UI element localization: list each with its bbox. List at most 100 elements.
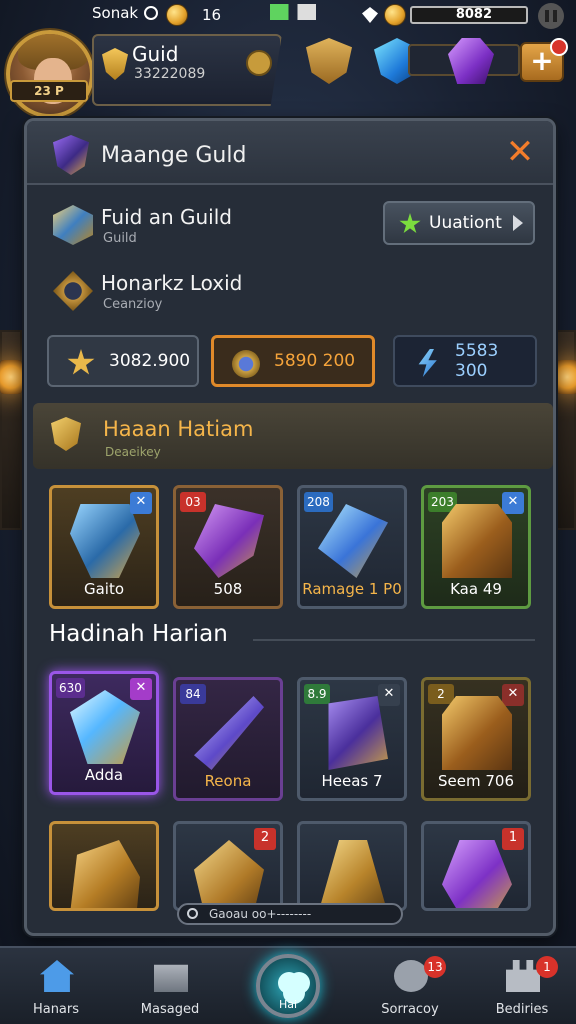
item-label: Kaa 49	[450, 580, 502, 598]
section-divider	[253, 639, 535, 641]
panel-title: Maange Guld	[101, 143, 247, 168]
resource-bolt[interactable]: 5583 300	[393, 335, 537, 387]
star-icon	[399, 213, 421, 234]
center-action-label: Hai	[278, 998, 298, 1011]
boot-icon	[70, 840, 140, 908]
pause-button[interactable]	[538, 3, 564, 29]
update-button[interactable]: Uuationt	[383, 201, 535, 245]
item-slot[interactable]: 630 ✕ Adda	[49, 671, 159, 795]
featured-title: Haaan Hatiam	[103, 417, 254, 441]
crystal-icon	[70, 690, 140, 764]
search-pill[interactable]: Gaoau oo+--------	[177, 903, 403, 925]
nav-home[interactable]: Hanars	[8, 948, 104, 1024]
helm-icon	[194, 840, 264, 908]
star-icon	[67, 349, 95, 375]
status-icons	[270, 4, 316, 20]
item-slot[interactable]: 2	[173, 821, 283, 911]
cube-icon	[53, 205, 93, 245]
guild-emblem-icon	[53, 135, 89, 175]
item-slot[interactable]: 203 ✕ Kaa 49	[421, 485, 531, 609]
gold-coin-icon	[384, 4, 406, 26]
nav-social-badge: 13	[424, 956, 446, 978]
blade-icon	[194, 696, 264, 770]
nav-messages[interactable]: Masaged	[122, 948, 218, 1024]
update-button-label: Uuationt	[429, 213, 502, 233]
nav-social-label: Sorracoy	[381, 1002, 439, 1017]
item-label: Heeas 7	[321, 772, 383, 790]
guild-title: Guid	[132, 42, 179, 66]
bolt-icon	[418, 349, 437, 377]
wifi-icon	[144, 6, 159, 20]
resource-orb-label: 5890 200	[274, 351, 356, 371]
find-guild-subtitle: Guild	[103, 231, 137, 246]
search-pill-text: Gaoau oo+--------	[209, 907, 312, 921]
guild-id: 33222089	[134, 66, 206, 82]
add-button[interactable]: +	[520, 38, 568, 82]
lamp-right	[556, 360, 576, 394]
honors-subtitle: Ceanzioy	[103, 297, 163, 312]
mask-icon	[70, 504, 140, 578]
close-button[interactable]: ✕	[503, 135, 537, 171]
coin-icon	[166, 4, 188, 26]
avatar[interactable]	[6, 30, 94, 118]
nav-social[interactable]: 13 Sorracoy	[362, 948, 458, 1024]
drill-icon	[318, 504, 388, 578]
resource-star-label: 3082.900	[109, 351, 191, 371]
item-tag: 84	[180, 684, 206, 704]
castle-icon	[506, 960, 540, 992]
item-slot[interactable]	[297, 821, 407, 911]
item-slot[interactable]: 84 Reona	[173, 677, 283, 801]
status-left: Sonak	[92, 4, 159, 22]
item-slot[interactable]: ✕ Gaito	[49, 485, 159, 609]
chest-icon	[442, 504, 512, 578]
resource-orb[interactable]: 5890 200	[211, 335, 375, 387]
search-icon	[187, 908, 198, 919]
slot-corner: ✕	[130, 492, 152, 514]
chest-icon	[442, 696, 512, 770]
item-label: Ramage 1 P0	[302, 580, 402, 598]
panel-header: Maange Guld ✕	[27, 121, 553, 185]
featured-shield-icon	[51, 417, 81, 451]
item-label: Seem 706	[438, 772, 514, 790]
nav-buildings[interactable]: 1 Bediries	[474, 948, 570, 1024]
clover-icon	[278, 972, 300, 994]
item-slot[interactable]: 8.9 ✕ Heeas 7	[297, 677, 407, 801]
honors-title: Honarkz Loxid	[101, 271, 243, 295]
currency-bar: 8082	[410, 6, 528, 24]
item-slot[interactable]: 1	[421, 821, 531, 911]
notification-dot	[550, 38, 568, 56]
orb-icon	[232, 350, 260, 378]
shield-button[interactable]	[306, 38, 352, 84]
item-slot[interactable]	[49, 821, 159, 911]
chevron-right-icon	[513, 215, 523, 231]
chat-icon	[394, 960, 428, 992]
item-slot[interactable]: 208 Ramage 1 P0	[297, 485, 407, 609]
slot-corner: ✕	[130, 678, 152, 700]
item-slot[interactable]: 2 ✕ Seem 706	[421, 677, 531, 801]
nav-home-label: Hanars	[32, 1002, 80, 1017]
find-guild-row[interactable]: Fuid an Guild Guild Uuationt	[49, 199, 535, 257]
lamp-left	[0, 360, 22, 394]
nav-buildings-badge: 1	[536, 956, 558, 978]
avatar-level-tag: 23 P	[10, 80, 88, 102]
item-tag: 03	[180, 492, 206, 512]
slot-corner: 2	[254, 828, 276, 850]
item-label: Reona	[204, 772, 252, 790]
center-action-button[interactable]: Hai	[256, 954, 320, 1018]
status-left-text: Sonak	[92, 4, 139, 22]
find-guild-title: Fuid an Guild	[101, 205, 232, 229]
honors-row[interactable]: Honarkz Loxid Ceanzioy	[49, 265, 535, 323]
box-icon	[328, 696, 388, 770]
section-title: Hadinah Harian	[49, 621, 228, 647]
bell-icon	[318, 840, 388, 908]
slot-corner: ✕	[502, 684, 524, 706]
ring-icon	[53, 271, 93, 311]
purse-icon	[442, 840, 512, 908]
item-slot[interactable]: 03 508	[173, 485, 283, 609]
guild-plate[interactable]: Guid 33222089	[92, 34, 282, 106]
coin-count: 16	[202, 6, 222, 24]
resource-star[interactable]: 3082.900	[47, 335, 199, 387]
guild-shield-icon	[102, 48, 128, 80]
item-label: Gaito	[83, 580, 125, 598]
item-label: Adda	[84, 766, 124, 784]
